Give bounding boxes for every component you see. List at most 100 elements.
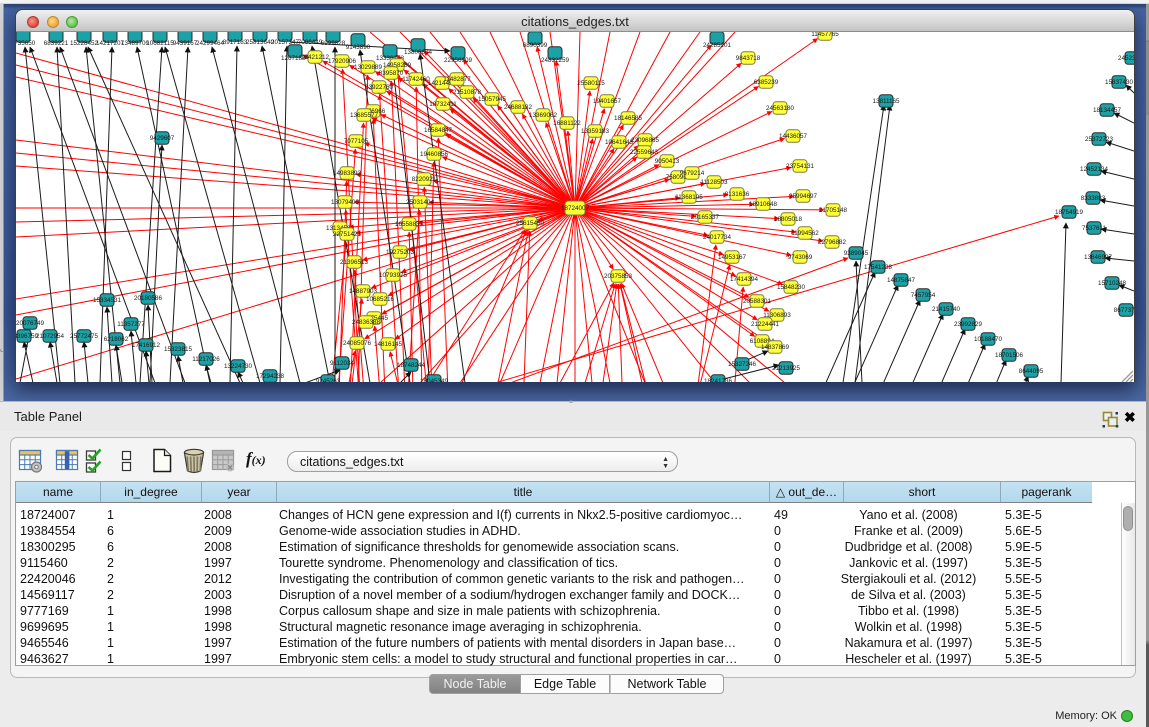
svg-text:22559643: 22559643 <box>630 149 659 156</box>
svg-text:16558837: 16558837 <box>395 221 424 228</box>
svg-text:19275203: 19275203 <box>386 249 415 256</box>
svg-text:8395870: 8395870 <box>379 70 404 77</box>
svg-text:20588301: 20588301 <box>743 298 772 305</box>
svg-text:9743069: 9743069 <box>788 254 813 261</box>
svg-text:23992829: 23992829 <box>954 321 983 328</box>
svg-text:17416912: 17416912 <box>132 342 161 349</box>
svg-text:11357277: 11357277 <box>117 321 145 328</box>
svg-text:15837430: 15837430 <box>1105 79 1134 86</box>
svg-text:13806804: 13806804 <box>404 49 433 56</box>
svg-text:15848230: 15848230 <box>777 284 806 291</box>
svg-text:23096865: 23096865 <box>631 137 660 144</box>
svg-text:9245263: 9245263 <box>316 378 341 382</box>
svg-text:15334531: 15334531 <box>93 297 122 304</box>
svg-text:10682115: 10682115 <box>146 40 174 47</box>
svg-text:7077105: 7077105 <box>344 138 369 145</box>
svg-text:19460856: 19460856 <box>420 151 449 158</box>
svg-text:21705148: 21705148 <box>819 207 848 214</box>
svg-text:10641643: 10641643 <box>605 139 634 146</box>
svg-text:11994562: 11994562 <box>791 230 819 237</box>
svg-text:14983893: 14983893 <box>333 170 362 177</box>
svg-text:9735650: 9735650 <box>16 40 36 47</box>
svg-text:12452134: 12452134 <box>1080 166 1109 173</box>
svg-text:17920906: 17920906 <box>328 58 357 65</box>
svg-text:22751421: 22751421 <box>333 231 362 238</box>
svg-text:25372723: 25372723 <box>1085 136 1114 143</box>
svg-text:9429607: 9429607 <box>150 135 175 142</box>
svg-text:15710248: 15710248 <box>1098 280 1127 287</box>
svg-text:16881122: 16881122 <box>553 120 581 127</box>
svg-text:17294238: 17294238 <box>256 373 285 380</box>
svg-text:14816145: 14816145 <box>374 341 403 348</box>
svg-text:13079409: 13079409 <box>331 199 360 206</box>
svg-text:18805018: 18805018 <box>774 216 803 223</box>
svg-text:8131636: 8131636 <box>725 191 750 198</box>
svg-text:15228452: 15228452 <box>70 40 99 47</box>
svg-text:6839221: 6839221 <box>44 40 69 47</box>
svg-text:10793975: 10793975 <box>379 272 408 279</box>
svg-text:25031404: 25031404 <box>406 199 435 206</box>
svg-text:7066449: 7066449 <box>298 39 323 46</box>
svg-text:24085076: 24085076 <box>343 340 372 347</box>
svg-text:9050413: 9050413 <box>655 158 680 165</box>
svg-text:13359183: 13359183 <box>581 128 610 135</box>
svg-text:21224441: 21224441 <box>751 321 780 328</box>
svg-text:18754919: 18754919 <box>1055 209 1084 216</box>
svg-text:10685216: 10685216 <box>366 296 395 303</box>
svg-text:21072954: 21072954 <box>36 333 65 340</box>
svg-text:9112034: 9112034 <box>330 360 355 367</box>
svg-text:6385239: 6385239 <box>754 79 779 86</box>
svg-text:11742460: 11742460 <box>402 76 430 83</box>
svg-text:13685577: 13685577 <box>350 112 379 119</box>
svg-text:18732411: 18732411 <box>429 101 457 108</box>
svg-text:15323815: 15323815 <box>164 346 193 353</box>
svg-text:18045349: 18045349 <box>420 378 449 382</box>
svg-text:10188470: 10188470 <box>974 336 1003 343</box>
svg-text:19401657: 19401657 <box>593 98 622 105</box>
svg-text:8220921: 8220921 <box>412 176 437 183</box>
svg-text:11128503: 11128503 <box>700 179 728 186</box>
svg-text:8333883: 8333883 <box>1081 195 1106 202</box>
svg-text:9389045: 9389045 <box>844 250 869 257</box>
svg-text:25580115: 25580115 <box>577 80 605 87</box>
svg-text:15057945: 15057945 <box>478 96 507 103</box>
svg-text:23922760: 23922760 <box>365 84 394 91</box>
svg-text:24832259: 24832259 <box>541 57 570 64</box>
svg-text:21213925: 21213925 <box>772 365 801 372</box>
svg-text:6999828: 6999828 <box>321 40 346 47</box>
svg-text:21510878: 21510878 <box>453 89 482 96</box>
svg-text:13369062: 13369062 <box>529 112 558 119</box>
svg-text:13224730: 13224730 <box>224 363 253 370</box>
svg-text:7457954: 7457954 <box>911 292 936 299</box>
svg-text:6890399: 6890399 <box>523 42 548 49</box>
svg-text:24299464: 24299464 <box>196 40 225 47</box>
svg-text:20375853: 20375853 <box>604 273 633 280</box>
svg-text:14875847: 14875847 <box>887 277 916 284</box>
svg-text:20165337: 20165337 <box>691 214 720 221</box>
svg-text:22796882: 22796882 <box>818 239 847 246</box>
svg-text:25994697: 25994697 <box>789 193 818 200</box>
svg-text:20076749: 20076749 <box>16 320 44 327</box>
svg-text:8644095: 8644095 <box>1019 368 1044 375</box>
svg-text:24017734: 24017734 <box>703 234 732 241</box>
svg-text:20180586: 20180586 <box>134 295 163 302</box>
svg-text:15327246: 15327246 <box>728 361 757 368</box>
svg-text:9439167: 9439167 <box>173 40 198 47</box>
svg-text:9143890: 9143890 <box>346 44 371 51</box>
svg-text:13811165: 13811165 <box>872 98 900 105</box>
svg-text:13489709: 13489709 <box>121 40 150 47</box>
svg-text:18724007: 18724007 <box>561 205 590 212</box>
svg-text:21396513: 21396513 <box>340 259 369 266</box>
svg-text:24836388: 24836388 <box>352 319 381 326</box>
svg-text:7537611: 7537611 <box>1082 225 1107 232</box>
svg-text:11368105: 11368105 <box>675 194 703 201</box>
svg-text:18748244: 18748244 <box>397 362 426 369</box>
svg-text:14953167: 14953167 <box>718 254 747 261</box>
svg-text:25615450: 25615450 <box>516 220 545 227</box>
svg-text:24688132: 24688132 <box>504 104 533 111</box>
svg-text:17541238: 17541238 <box>864 264 893 271</box>
svg-text:18146585: 18146585 <box>614 115 643 122</box>
svg-text:24523409: 24523409 <box>1118 55 1134 62</box>
svg-text:14436057: 14436057 <box>779 133 808 140</box>
svg-text:23754131: 23754131 <box>786 163 815 170</box>
